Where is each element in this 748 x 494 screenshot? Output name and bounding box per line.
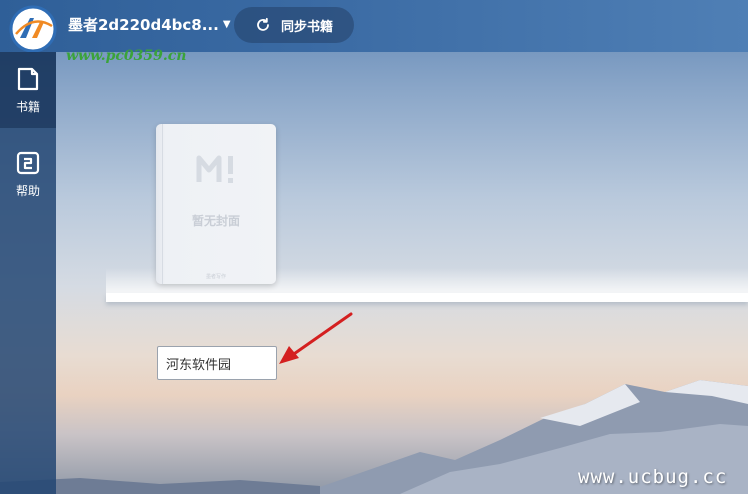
bookshelf-board: [106, 293, 748, 302]
book-publisher-text: 墨者写作: [205, 274, 226, 280]
bottom-url-watermark: www.ucbug.cc: [578, 466, 728, 488]
book-spine: [162, 124, 163, 284]
app-logo-mark-icon: [196, 155, 233, 183]
sidebar-item-label: 帮助: [15, 183, 40, 198]
background-scene: [0, 0, 748, 494]
sidebar-item-books[interactable]: 书籍: [0, 52, 56, 128]
caret-down-icon: ▼: [222, 19, 231, 30]
sync-books-button[interactable]: 同步书籍: [234, 7, 354, 43]
red-arrow-annotation: [279, 312, 353, 364]
sidebar-item-help[interactable]: 帮助: [0, 136, 56, 212]
help-icon: [16, 151, 40, 174]
no-cover-text: 暂无封面: [191, 214, 240, 228]
sidebar-item-label: 书籍: [15, 99, 40, 114]
sync-books-label: 同步书籍: [280, 19, 333, 35]
book-title-input[interactable]: [157, 346, 277, 380]
book-card[interactable]: 暂无封面 墨者写作: [156, 124, 276, 284]
top-bar: 墨者2d220d4bc8... ▼ 同步书籍: [0, 0, 748, 52]
user-account-menu[interactable]: 墨者2d220d4bc8... ▼: [68, 14, 231, 35]
user-name-label: 墨者2d220d4bc8...: [68, 16, 219, 34]
site-logo-watermark: [9, 5, 57, 53]
book-icon: [17, 67, 39, 90]
sidebar: 书籍 帮助: [0, 52, 56, 494]
refresh-icon: [257, 17, 269, 31]
site-url-watermark: www.pc0359.cn: [66, 48, 187, 64]
